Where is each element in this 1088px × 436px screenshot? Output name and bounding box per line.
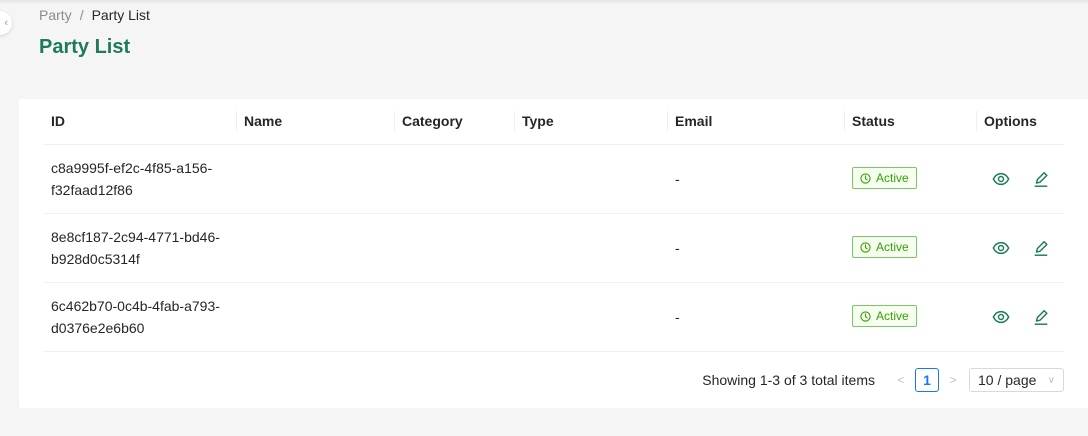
status-badge: Active [852, 236, 917, 259]
party-name [236, 144, 394, 214]
breadcrumb-parent-link[interactable]: Party [39, 7, 72, 23]
party-id: c8a9995f-ef2c-4f85-a156- f32faad12f86 [43, 144, 236, 214]
sidebar-collapse-button[interactable]: ‹ [0, 11, 12, 35]
chevron-right-icon: > [949, 373, 957, 387]
edit-icon [1034, 171, 1048, 187]
eye-icon [992, 310, 1010, 323]
chevron-left-icon: ‹ [4, 17, 8, 29]
party-table-card: ID Name Category Type Email Status Optio… [19, 99, 1088, 408]
next-page-button[interactable]: > [941, 373, 965, 387]
status-label: Active [876, 171, 909, 186]
clock-icon [860, 173, 871, 184]
breadcrumb-current: Party List [91, 7, 150, 23]
party-list-page: ‹ Party / Party List Party List ID Name … [0, 0, 1088, 436]
edit-button[interactable] [1031, 169, 1051, 189]
party-email: - [667, 282, 844, 352]
column-header-category: Category [394, 99, 514, 145]
options-cell [976, 213, 1064, 283]
status-label: Active [876, 309, 909, 324]
party-category [394, 282, 514, 352]
party-id: 8e8cf187-2c94-4771-bd46- b928d0c5314f [43, 213, 236, 283]
column-header-name: Name [236, 99, 394, 145]
column-header-status: Status [844, 99, 976, 145]
column-header-options: Options [976, 99, 1064, 145]
party-category [394, 144, 514, 214]
prev-page-button[interactable]: < [889, 373, 913, 387]
page-number-button[interactable]: 1 [915, 368, 939, 392]
status-cell: Active [844, 282, 976, 352]
breadcrumb: Party / Party List [39, 7, 150, 23]
party-name [236, 282, 394, 352]
edit-button[interactable] [1031, 238, 1051, 258]
party-type [514, 144, 667, 214]
status-cell: Active [844, 213, 976, 283]
view-button[interactable] [991, 307, 1011, 327]
eye-icon [992, 172, 1010, 185]
table-row: c8a9995f-ef2c-4f85-a156- f32faad12f86 - … [43, 144, 1064, 214]
status-label: Active [876, 240, 909, 255]
status-cell: Active [844, 144, 976, 214]
table-header-row: ID Name Category Type Email Status Optio… [43, 99, 1064, 145]
party-type [514, 282, 667, 352]
party-category [394, 213, 514, 283]
party-id: 6c462b70-0c4b-4fab-a793- d0376e2e6b60 [43, 282, 236, 352]
pagination-total-text: Showing 1-3 of 3 total items [702, 372, 875, 388]
column-header-id: ID [43, 99, 236, 145]
clock-icon [860, 242, 871, 253]
pagination: Showing 1-3 of 3 total items < 1 > 10 / … [702, 367, 1064, 393]
status-badge: Active [852, 305, 917, 328]
chevron-left-icon: < [897, 373, 905, 387]
party-email: - [667, 213, 844, 283]
breadcrumb-separator: / [79, 7, 84, 23]
table-row: 8e8cf187-2c94-4771-bd46- b928d0c5314f - … [43, 213, 1064, 283]
page-size-value: 10 / page [978, 372, 1037, 388]
edit-icon [1034, 309, 1048, 325]
party-name [236, 213, 394, 283]
clock-icon [860, 311, 871, 322]
options-cell [976, 144, 1064, 214]
view-button[interactable] [991, 169, 1011, 189]
table-row: 6c462b70-0c4b-4fab-a793- d0376e2e6b60 - … [43, 282, 1064, 352]
chevron-down-icon: ∨ [1047, 374, 1055, 386]
edit-icon [1034, 240, 1048, 256]
party-table: ID Name Category Type Email Status Optio… [43, 99, 1064, 352]
column-header-email: Email [667, 99, 844, 145]
column-header-type: Type [514, 99, 667, 145]
page-title: Party List [39, 36, 131, 58]
eye-icon [992, 241, 1010, 254]
header-shadow [0, 0, 1088, 4]
page-size-select[interactable]: 10 / page ∨ [969, 368, 1064, 392]
options-cell [976, 282, 1064, 352]
status-badge: Active [852, 167, 917, 190]
view-button[interactable] [991, 238, 1011, 258]
party-email: - [667, 144, 844, 214]
edit-button[interactable] [1031, 307, 1051, 327]
party-type [514, 213, 667, 283]
